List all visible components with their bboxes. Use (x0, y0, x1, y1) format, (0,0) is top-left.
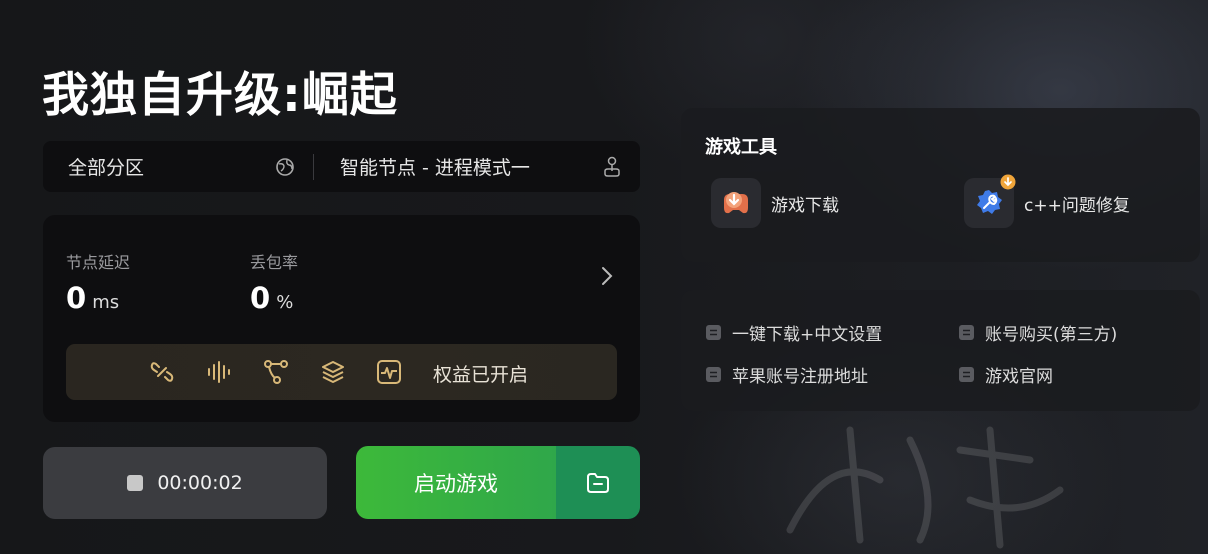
region-selector[interactable]: 全部分区 (43, 141, 313, 192)
game-download-tool[interactable]: 游戏下载 (711, 178, 839, 228)
game-tools-panel: 游戏工具 游戏下载 c++问题修复 (681, 108, 1200, 262)
folder-icon (587, 472, 609, 493)
document-icon (959, 325, 974, 340)
latency-value: 0 (66, 281, 87, 315)
node-selector[interactable]: 智能节点 - 进程模式一 (314, 141, 640, 192)
network-stats-card[interactable]: 节点延迟 0 ms 丢包率 0% 权益已开启 (43, 215, 640, 422)
benefits-status: 权益已开启 (433, 364, 529, 386)
quick-link-item[interactable]: 一键下载+中文设置 (705, 320, 882, 345)
packet-loss-value: 0 (250, 281, 271, 315)
download-badge-icon (1000, 174, 1016, 190)
stop-timer-button[interactable]: 00:00:02 (43, 447, 327, 519)
layers-icon (322, 361, 344, 383)
route-icon (264, 360, 288, 384)
globe-icon (276, 157, 294, 176)
document-icon (706, 367, 721, 382)
monitor-icon (377, 360, 401, 384)
background-calligraphy (786, 426, 1064, 549)
region-label: 全部分区 (68, 157, 145, 179)
waveform-icon (208, 361, 230, 383)
packet-loss-label: 丢包率 (250, 253, 299, 272)
game-download-label: 游戏下载 (771, 195, 839, 216)
page-title: 我独自升级:崛起 (42, 68, 398, 123)
elapsed-time: 00:00:02 (157, 472, 243, 494)
cpp-repair-icon (964, 174, 1016, 228)
benefits-bar[interactable]: 权益已开启 (66, 344, 617, 400)
document-icon (706, 325, 721, 340)
link-icon (150, 362, 174, 382)
joystick-icon (604, 156, 620, 177)
launch-game-button[interactable]: 启动游戏 (356, 446, 556, 519)
quick-links-panel: 一键下载+中文设置 账号购买(第三方) 苹果账号注册地址 游戏官网 (681, 290, 1200, 411)
latency-stat: 节点延迟 0 ms (66, 249, 130, 315)
packet-loss-unit: % (276, 292, 294, 313)
quick-link-label: 游戏官网 (985, 367, 1053, 387)
node-label: 智能节点 - 进程模式一 (340, 157, 530, 179)
game-tools-title: 游戏工具 (705, 137, 777, 158)
quick-link-item[interactable]: 账号购买(第三方) (958, 320, 1117, 345)
document-icon (959, 367, 974, 382)
quick-link-label: 一键下载+中文设置 (732, 325, 883, 345)
packet-loss-stat: 丢包率 0% (250, 249, 298, 315)
open-folder-button[interactable] (556, 446, 640, 519)
stop-icon (127, 475, 144, 491)
quick-link-label: 苹果账号注册地址 (732, 367, 868, 387)
latency-unit: ms (92, 292, 120, 313)
chevron-right-icon[interactable] (600, 265, 614, 287)
launch-game-group: 启动游戏 (356, 446, 640, 519)
cpp-repair-label: c++问题修复 (1024, 195, 1130, 216)
quick-link-label: 账号购买(第三方) (985, 325, 1118, 345)
quick-link-item[interactable]: 苹果账号注册地址 (705, 362, 868, 387)
quick-link-item[interactable]: 游戏官网 (958, 362, 1053, 387)
cpp-repair-tool[interactable]: c++问题修复 (964, 174, 1130, 228)
game-download-icon (711, 178, 761, 228)
region-node-bar: 全部分区 智能节点 - 进程模式一 (43, 141, 640, 192)
latency-label: 节点延迟 (66, 253, 131, 272)
